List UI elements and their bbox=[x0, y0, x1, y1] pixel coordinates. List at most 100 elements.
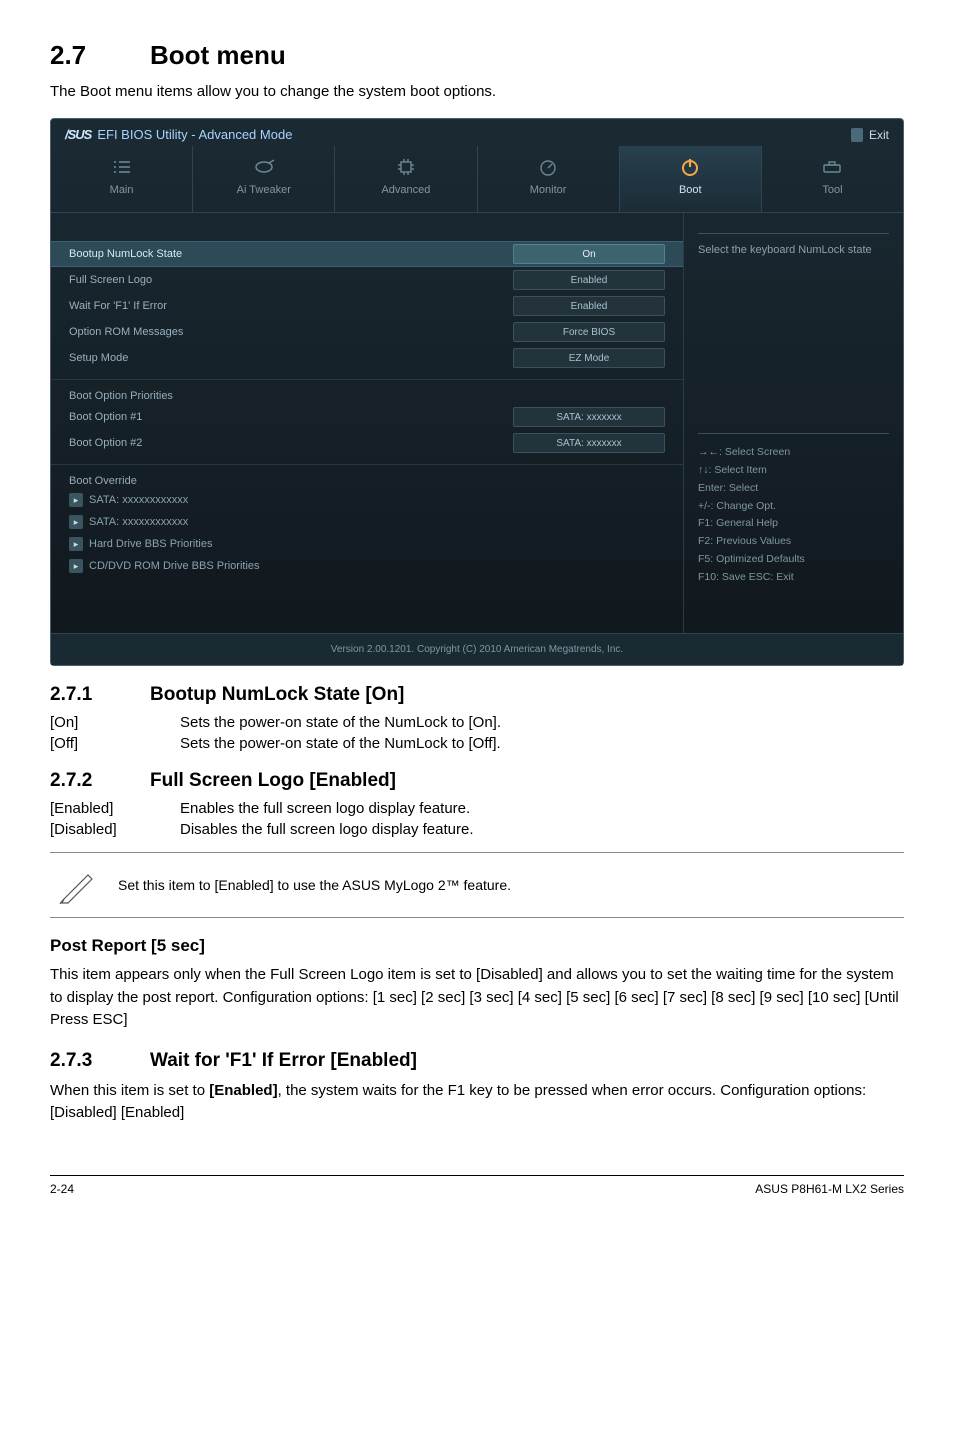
exit-button[interactable]: Exit bbox=[851, 128, 889, 142]
note-box: Set this item to [Enabled] to use the AS… bbox=[50, 852, 904, 918]
help-keys: →←: Select Screen ↑↓: Select Item Enter:… bbox=[698, 433, 889, 587]
setting-value[interactable]: Enabled bbox=[513, 296, 665, 316]
option-desc: Enables the full screen logo display fea… bbox=[180, 800, 904, 817]
text-fragment: When this item is set to bbox=[50, 1082, 209, 1099]
override-label: CD/DVD ROM Drive BBS Priorities bbox=[89, 560, 260, 572]
intro-text: The Boot menu items allow you to change … bbox=[50, 83, 904, 100]
key-hint: F10: Save ESC: Exit bbox=[698, 569, 889, 587]
option-desc: Sets the power-on state of the NumLock t… bbox=[180, 735, 904, 752]
option-desc: Sets the power-on state of the NumLock t… bbox=[180, 714, 904, 731]
paragraph: When this item is set to [Enabled], the … bbox=[50, 1080, 904, 1125]
chip-icon bbox=[339, 156, 472, 178]
override-sata-2[interactable]: ▸ SATA: xxxxxxxxxxxx bbox=[51, 511, 683, 533]
override-cd-dvd-bbs[interactable]: ▸ CD/DVD ROM Drive BBS Priorities bbox=[51, 555, 683, 577]
tab-label: Ai Tweaker bbox=[197, 184, 330, 196]
setting-value[interactable]: SATA: xxxxxxx bbox=[513, 433, 665, 453]
key-hint: →←: Select Screen bbox=[698, 444, 889, 462]
note-text: Set this item to [Enabled] to use the AS… bbox=[118, 877, 511, 893]
subsection-heading: 2.7.3Wait for 'F1' If Error [Enabled] bbox=[50, 1050, 904, 1072]
bios-settings-panel: Bootup NumLock State On Full Screen Logo… bbox=[51, 213, 683, 633]
setting-value[interactable]: EZ Mode bbox=[513, 348, 665, 368]
pencil-icon bbox=[58, 865, 98, 905]
bios-title-text: EFI BIOS Utility - Advanced Mode bbox=[97, 127, 292, 142]
section-title: Boot menu bbox=[150, 40, 286, 70]
tab-label: Tool bbox=[766, 184, 899, 196]
key-hint: +/-: Change Opt. bbox=[698, 498, 889, 516]
subsection-heading: 2.7.2Full Screen Logo [Enabled] bbox=[50, 770, 904, 792]
tab-tool[interactable]: Tool bbox=[762, 146, 903, 212]
section-boot-priorities: Boot Option Priorities bbox=[51, 379, 683, 404]
option-key: [Disabled] bbox=[50, 821, 180, 838]
key-hint: F2: Previous Values bbox=[698, 533, 889, 551]
exit-label: Exit bbox=[869, 128, 889, 142]
list-icon bbox=[55, 156, 188, 178]
text-bold: [Enabled] bbox=[209, 1082, 277, 1099]
setting-fullscreen-logo[interactable]: Full Screen Logo Enabled bbox=[51, 267, 683, 293]
tab-advanced[interactable]: Advanced bbox=[335, 146, 477, 212]
setting-label: Bootup NumLock State bbox=[69, 248, 513, 260]
setting-wait-f1[interactable]: Wait For 'F1' If Error Enabled bbox=[51, 293, 683, 319]
setting-label: Boot Option #2 bbox=[69, 437, 513, 449]
subsection-title: Wait for 'F1' If Error [Enabled] bbox=[150, 1050, 417, 1071]
subsection-number: 2.7.3 bbox=[50, 1050, 150, 1072]
setting-setup-mode[interactable]: Setup Mode EZ Mode bbox=[51, 345, 683, 371]
bios-tabs: Main Ai Tweaker Advanced Monitor Boot To… bbox=[51, 146, 903, 213]
setting-value[interactable]: SATA: xxxxxxx bbox=[513, 407, 665, 427]
option-key: [On] bbox=[50, 714, 180, 731]
option-key: [Enabled] bbox=[50, 800, 180, 817]
option-row: [Off] Sets the power-on state of the Num… bbox=[50, 735, 904, 752]
tab-ai-tweaker[interactable]: Ai Tweaker bbox=[193, 146, 335, 212]
setting-option-rom[interactable]: Option ROM Messages Force BIOS bbox=[51, 319, 683, 345]
section-heading: 2.7Boot menu bbox=[50, 40, 904, 71]
tab-boot[interactable]: Boot bbox=[620, 146, 762, 212]
boot-option-2[interactable]: Boot Option #2 SATA: xxxxxxx bbox=[51, 430, 683, 456]
section-number: 2.7 bbox=[50, 40, 150, 71]
option-row: [On] Sets the power-on state of the NumL… bbox=[50, 714, 904, 731]
option-desc: Disables the full screen logo display fe… bbox=[180, 821, 904, 838]
key-hint: F1: General Help bbox=[698, 515, 889, 533]
override-hard-drive-bbs[interactable]: ▸Hard Drive BBS Priorities bbox=[51, 533, 683, 555]
subsection-title: Full Screen Logo [Enabled] bbox=[150, 770, 396, 791]
tab-label: Monitor bbox=[482, 184, 615, 196]
exit-icon bbox=[851, 128, 863, 142]
setting-label: Wait For 'F1' If Error bbox=[69, 300, 513, 312]
monitor-icon bbox=[482, 156, 615, 178]
override-label: SATA: xxxxxxxxxxxx bbox=[89, 516, 188, 528]
chevron-right-icon: ▸ bbox=[69, 515, 83, 529]
setting-label: Boot Option #1 bbox=[69, 411, 513, 423]
power-icon bbox=[624, 156, 757, 178]
tab-monitor[interactable]: Monitor bbox=[478, 146, 620, 212]
tab-main[interactable]: Main bbox=[51, 146, 193, 212]
bios-titlebar: /SUS EFI BIOS Utility - Advanced Mode Ex… bbox=[51, 119, 903, 146]
asus-logo: /SUS bbox=[65, 127, 91, 142]
setting-label: Setup Mode bbox=[69, 352, 513, 364]
paragraph: This item appears only when the Full Scr… bbox=[50, 964, 904, 1032]
override-label: Hard Drive BBS Priorities bbox=[89, 538, 212, 550]
subsection-title: Bootup NumLock State [On] bbox=[150, 684, 404, 705]
option-row: [Disabled] Disables the full screen logo… bbox=[50, 821, 904, 838]
subsection-number: 2.7.1 bbox=[50, 684, 150, 706]
bios-window: /SUS EFI BIOS Utility - Advanced Mode Ex… bbox=[50, 118, 904, 666]
option-row: [Enabled] Enables the full screen logo d… bbox=[50, 800, 904, 817]
option-key: [Off] bbox=[50, 735, 180, 752]
setting-numlock[interactable]: Bootup NumLock State On bbox=[51, 241, 683, 267]
setting-label: Option ROM Messages bbox=[69, 326, 513, 338]
override-sata-1[interactable]: ▸ SATA: xxxxxxxxxxxx bbox=[51, 489, 683, 511]
key-hint: F5: Optimized Defaults bbox=[698, 551, 889, 569]
chevron-right-icon: ▸ bbox=[69, 559, 83, 573]
setting-label: Full Screen Logo bbox=[69, 274, 513, 286]
setting-value[interactable]: Force BIOS bbox=[513, 322, 665, 342]
boot-option-1[interactable]: Boot Option #1 SATA: xxxxxxx bbox=[51, 404, 683, 430]
bios-help-panel: Select the keyboard NumLock state →←: Se… bbox=[683, 213, 903, 633]
tab-label: Boot bbox=[624, 184, 757, 196]
key-hint: ↑↓: Select Item bbox=[698, 462, 889, 480]
tool-icon bbox=[766, 156, 899, 178]
tweaker-icon bbox=[197, 156, 330, 178]
setting-value[interactable]: Enabled bbox=[513, 270, 665, 290]
override-label: SATA: xxxxxxxxxxxx bbox=[89, 494, 188, 506]
chevron-right-icon: ▸ bbox=[69, 493, 83, 507]
setting-value[interactable]: On bbox=[513, 244, 665, 264]
section-boot-override: Boot Override bbox=[51, 464, 683, 489]
help-text: Select the keyboard NumLock state bbox=[698, 233, 889, 433]
subheading: Post Report [5 sec] bbox=[50, 936, 904, 956]
